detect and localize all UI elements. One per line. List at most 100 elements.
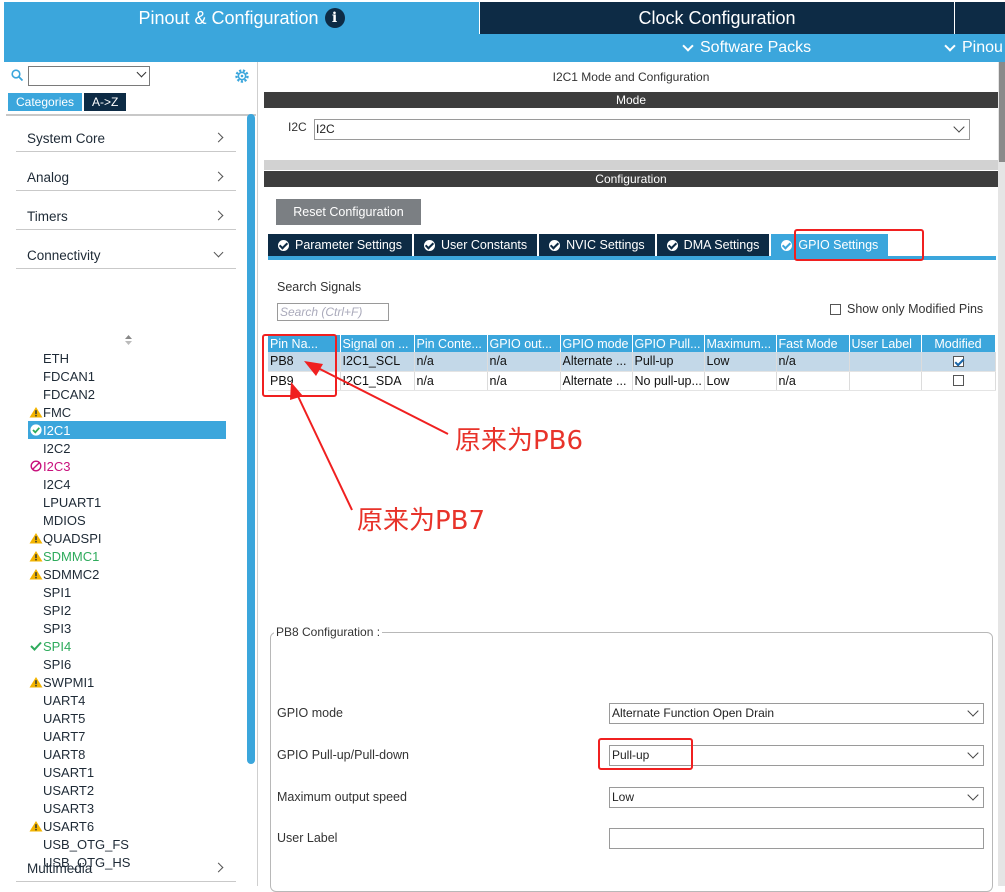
peripheral-item[interactable]: LPUART1 [28, 493, 226, 511]
peripheral-item[interactable]: ETH [28, 349, 226, 367]
peripheral-item[interactable]: UART4 [28, 691, 226, 709]
warning-icon [29, 677, 43, 688]
category-multimedia[interactable]: Multimedia [16, 856, 236, 882]
column-header[interactable]: GPIO out... [487, 335, 561, 352]
warning-icon [29, 533, 43, 544]
peripheral-item[interactable]: UART8 [28, 745, 226, 763]
peripheral-item[interactable]: FDCAN1 [28, 367, 226, 385]
category-timers[interactable]: Timers [16, 204, 236, 230]
modified-checkbox[interactable] [952, 375, 964, 386]
peripheral-label: SPI4 [43, 638, 72, 654]
show-only-modified-checkbox[interactable]: Show only Modified Pins [830, 302, 983, 316]
show-only-modified-label: Show only Modified Pins [847, 302, 984, 316]
peripheral-label: USART2 [43, 782, 95, 798]
peripheral-item[interactable]: SPI1 [28, 583, 226, 601]
gpio-mode-label: GPIO mode [277, 706, 343, 720]
peripheral-item[interactable]: USB_OTG_FS [28, 835, 226, 853]
max-speed-cell: Low [704, 371, 777, 391]
column-header[interactable]: GPIO Pull... [632, 335, 705, 352]
peripheral-item[interactable]: USART3 [28, 799, 226, 817]
search-icon[interactable] [11, 69, 23, 81]
tab-label: User Constants [441, 238, 528, 252]
column-header[interactable]: Modified [921, 335, 996, 352]
search-signals-input[interactable]: Search (Ctrl+F) [277, 303, 389, 321]
tab-user-constants[interactable]: User Constants [414, 234, 538, 256]
column-header[interactable]: Maximum... [704, 335, 777, 352]
gear-icon[interactable] [233, 67, 251, 85]
chevron-down-icon [967, 705, 979, 717]
peripheral-item[interactable]: SDMMC1 [28, 547, 226, 565]
right-scrollbar-thumb[interactable] [999, 62, 1005, 162]
column-header[interactable]: GPIO mode [560, 335, 633, 352]
gpio-mode-cell: Alternate ... [560, 352, 633, 372]
user-label-input[interactable] [609, 828, 984, 849]
reset-configuration-button[interactable]: Reset Configuration [276, 199, 421, 225]
table-row[interactable]: PB9 I2C1_SDA n/a n/a Alternate ... No pu… [268, 371, 996, 391]
peripheral-item[interactable]: FMC [28, 403, 226, 421]
peripheral-item[interactable]: SPI6 [28, 655, 226, 673]
peripheral-item[interactable]: SDMMC2 [28, 565, 226, 583]
page-title: I2C1 Mode and Configuration [552, 70, 710, 84]
peripheral-item[interactable]: MDIOS [28, 511, 226, 529]
peripheral-label: UART5 [43, 710, 86, 726]
column-header[interactable]: Fast Mode [776, 335, 850, 352]
table-row[interactable]: PB8 I2C1_SCL n/a n/a Alternate ... Pull-… [268, 352, 996, 372]
peripheral-item[interactable]: UART5 [28, 709, 226, 727]
tab-clock-configuration[interactable]: Clock Configuration [480, 2, 954, 34]
chevron-right-icon [213, 132, 224, 143]
peripheral-item[interactable]: I2C4 [28, 475, 226, 493]
peripheral-item[interactable]: UART7 [28, 727, 226, 745]
gpio-mode-select[interactable]: Alternate Function Open Drain [609, 703, 984, 724]
info-icon[interactable]: i [324, 8, 345, 28]
right-scrollbar[interactable] [998, 62, 1005, 886]
peripheral-item[interactable]: SPI3 [28, 619, 226, 637]
category-connectivity[interactable]: Connectivity [16, 243, 236, 269]
peripheral-item[interactable]: SWPMI1 [28, 673, 226, 691]
peripheral-item[interactable]: I2C2 [28, 439, 226, 457]
gpio-pull-cell: No pull-up... [632, 371, 705, 391]
peripheral-item[interactable]: USART2 [28, 781, 226, 799]
peripheral-item[interactable]: SPI2 [28, 601, 226, 619]
tab-pinout-configuration[interactable]: Pinout & Configuration i [4, 2, 479, 34]
pinout-menu[interactable]: Pinou [944, 39, 1003, 57]
peripheral-item[interactable]: I2C1 [28, 421, 226, 439]
peripheral-label: SPI3 [43, 620, 72, 636]
peripheral-search-combobox[interactable] [28, 66, 150, 86]
software-packs-menu[interactable]: Software Packs [682, 39, 812, 57]
peripheral-item[interactable]: QUADSPI [28, 529, 226, 547]
software-packs-label: Software Packs [700, 39, 812, 56]
gpio-pin-table: Pin Na... Signal on ... Pin Conte... GPI… [268, 335, 996, 391]
peripheral-item[interactable]: USART1 [28, 763, 226, 781]
max-output-speed-select[interactable]: Low [609, 787, 984, 808]
tab-nvic-settings[interactable]: NVIC Settings [539, 234, 655, 256]
modified-checkbox[interactable] [952, 355, 964, 367]
i2c-mode-select[interactable]: I2C [314, 119, 970, 140]
category-system-core[interactable]: System Core [16, 126, 236, 152]
checkbox[interactable] [830, 303, 841, 315]
column-header[interactable]: Signal on ... [340, 335, 415, 352]
column-header[interactable]: Pin Conte... [414, 335, 488, 352]
peripheral-label: I2C4 [43, 476, 71, 492]
i2c-mode-label: I2C [288, 120, 307, 134]
left-scrollbar[interactable] [247, 114, 255, 764]
tab-categories[interactable]: Categories [8, 93, 83, 111]
tab-parameter-settings[interactable]: Parameter Settings [268, 234, 412, 256]
tab-dma-settings[interactable]: DMA Settings [656, 234, 770, 256]
category-analog[interactable]: Analog [16, 165, 236, 191]
peripheral-item[interactable]: USART6 [28, 817, 226, 835]
max-output-speed-label: Maximum output speed [277, 790, 407, 804]
peripheral-item[interactable]: FDCAN2 [28, 385, 226, 403]
disabled-icon [30, 460, 42, 472]
peripheral-item[interactable]: SPI4 [28, 637, 226, 655]
tab-label: DMA Settings [683, 238, 760, 252]
gpio-pull-label: GPIO Pull-up/Pull-down [277, 748, 410, 762]
chevron-down-icon [136, 67, 147, 78]
tab-a-z[interactable]: A->Z [84, 93, 127, 111]
tab-extra[interactable] [955, 2, 1005, 34]
column-header[interactable]: User Label [849, 335, 922, 352]
pin-context-cell: n/a [414, 371, 488, 391]
category-label: Analog [27, 170, 70, 185]
warning-icon [29, 551, 43, 562]
peripheral-item[interactable]: I2C3 [28, 457, 226, 475]
sort-icon[interactable] [124, 334, 133, 346]
